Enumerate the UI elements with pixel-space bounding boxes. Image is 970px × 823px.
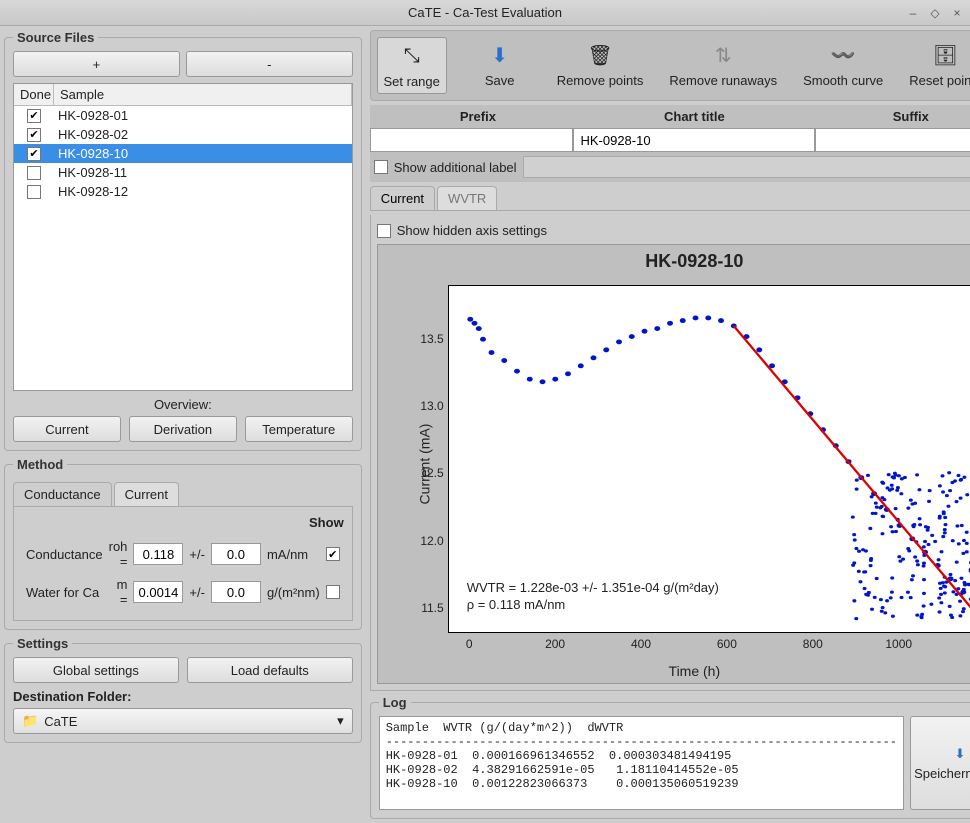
folder-icon: 📁 xyxy=(22,713,38,729)
col-sample[interactable]: Sample xyxy=(54,84,352,105)
load-defaults-button[interactable]: Load defaults xyxy=(187,657,353,683)
smooth-curve-button[interactable]: 〰️ Smooth curve xyxy=(799,37,887,94)
smooth-icon: 〰️ xyxy=(829,41,857,69)
method-legend: Method xyxy=(13,457,67,472)
trash-icon: 🗑 xyxy=(586,41,614,69)
toolbar: ⤡ Set range ⬇ Save 🗑 Remove points ⇅ Rem… xyxy=(370,30,970,101)
m-input[interactable] xyxy=(133,581,183,603)
settings-legend: Settings xyxy=(13,636,72,651)
m-err-input[interactable] xyxy=(211,581,261,603)
set-range-icon: ⤡ xyxy=(398,42,426,70)
chart-annotation: WVTR = 1.228e-03 +/- 1.351e-04 g/(m²day)… xyxy=(467,580,719,614)
save-button[interactable]: ⬇ Save xyxy=(465,37,535,94)
set-range-button[interactable]: ⤡ Set range xyxy=(377,37,447,94)
remove-points-button[interactable]: 🗑 Remove points xyxy=(553,37,648,94)
suffix-header: Suffix xyxy=(803,105,970,128)
done-checkbox[interactable] xyxy=(27,166,41,180)
suffix-input[interactable] xyxy=(815,128,970,152)
overview-derivation-button[interactable]: Derivation xyxy=(129,416,237,442)
show-header: Show xyxy=(22,515,344,534)
sample-list[interactable]: Done Sample HK-0928-01 HK-0928-02 HK-0928-… xyxy=(13,83,353,391)
global-settings-button[interactable]: Global settings xyxy=(13,657,179,683)
additional-label-checkbox[interactable] xyxy=(374,160,388,174)
log-panel: Log Sample WVTR (g/(day*m^2)) dWVTR ----… xyxy=(370,695,970,819)
hidden-axis-label: Show hidden axis settings xyxy=(397,223,547,238)
conductance-label: Conductance xyxy=(24,536,105,572)
reset-icon: 🗄 xyxy=(931,41,959,69)
save-icon: ⬇ xyxy=(486,41,514,69)
save-under-button[interactable]: ⬇ Speichern unter xyxy=(910,716,970,810)
overview-label: Overview: xyxy=(13,397,353,412)
conductance-show-checkbox[interactable] xyxy=(326,547,340,561)
roh-err-input[interactable] xyxy=(211,543,261,565)
tab-chart-wvtr[interactable]: WVTR xyxy=(437,186,497,210)
sample-label: HK-0928-11 xyxy=(54,165,352,180)
tab-chart-current[interactable]: Current xyxy=(370,186,435,210)
chart-ylabel: Current (mA) xyxy=(416,424,432,505)
done-checkbox[interactable] xyxy=(27,147,41,161)
chevron-down-icon: ▾ xyxy=(337,713,344,729)
add-file-button[interactable]: + xyxy=(13,51,180,77)
additional-label-field[interactable] xyxy=(523,156,970,178)
title-header: Chart title xyxy=(586,105,802,128)
list-item[interactable]: HK-0928-11 xyxy=(14,163,352,182)
chart-title-input[interactable] xyxy=(573,128,815,152)
sample-label: HK-0928-02 xyxy=(54,127,352,142)
settings-panel: Settings Global settings Load defaults D… xyxy=(4,636,362,743)
done-checkbox[interactable] xyxy=(27,109,41,123)
overview-current-button[interactable]: Current xyxy=(13,416,121,442)
prefix-input[interactable] xyxy=(370,128,574,152)
chart-title: HK-0928-10 xyxy=(378,251,970,272)
window-titlebar: CaTE - Ca-Test Evaluation – ◇ × xyxy=(0,0,970,26)
window-minimize-icon[interactable]: – xyxy=(906,6,920,20)
done-checkbox[interactable] xyxy=(27,185,41,199)
additional-label-text: Show additional label xyxy=(394,160,517,175)
source-files-panel: Source Files + - Done Sample HK-0928-01 H… xyxy=(4,30,362,451)
method-panel: Method Conductance Current Show Conducta… xyxy=(4,457,362,630)
chart-plot[interactable]: HK-0928-10 Current (mA) Time (h) WVTR = … xyxy=(377,244,970,684)
tab-current[interactable]: Current xyxy=(114,482,179,506)
remove-file-button[interactable]: - xyxy=(186,51,353,77)
water-label: Water for Ca xyxy=(24,574,105,610)
col-done[interactable]: Done xyxy=(14,84,54,105)
chart-xlabel: Time (h) xyxy=(378,663,970,679)
dest-folder-combo[interactable]: 📁 CaTE ▾ xyxy=(13,708,353,734)
list-item[interactable]: HK-0928-10 xyxy=(14,144,352,163)
done-checkbox[interactable] xyxy=(27,128,41,142)
remove-runaways-button[interactable]: ⇅ Remove runaways xyxy=(665,37,781,94)
log-legend: Log xyxy=(379,695,411,710)
dest-folder-label: Destination Folder: xyxy=(13,689,353,704)
sample-label: HK-0928-01 xyxy=(54,108,352,123)
tab-conductance[interactable]: Conductance xyxy=(13,482,112,506)
roh-input[interactable] xyxy=(133,543,183,565)
hidden-axis-checkbox[interactable] xyxy=(377,224,391,238)
window-maximize-icon[interactable]: ◇ xyxy=(928,6,942,20)
list-item[interactable]: HK-0928-12 xyxy=(14,182,352,201)
water-show-checkbox[interactable] xyxy=(326,585,340,599)
arrows-icon: ⇅ xyxy=(709,41,737,69)
sample-label: HK-0928-10 xyxy=(54,146,352,161)
log-textarea[interactable]: Sample WVTR (g/(day*m^2)) dWVTR --------… xyxy=(379,716,904,810)
window-close-icon[interactable]: × xyxy=(950,6,964,20)
source-files-legend: Source Files xyxy=(13,30,98,45)
overview-temperature-button[interactable]: Temperature xyxy=(245,416,353,442)
list-item[interactable]: HK-0928-01 xyxy=(14,106,352,125)
list-item[interactable]: HK-0928-02 xyxy=(14,125,352,144)
save-under-icon: ⬇ xyxy=(955,746,966,762)
sample-label: HK-0928-12 xyxy=(54,184,352,199)
prefix-header: Prefix xyxy=(370,105,586,128)
window-title: CaTE - Ca-Test Evaluation xyxy=(408,5,562,20)
reset-points-button[interactable]: 🗄 Reset points xyxy=(905,37,970,94)
